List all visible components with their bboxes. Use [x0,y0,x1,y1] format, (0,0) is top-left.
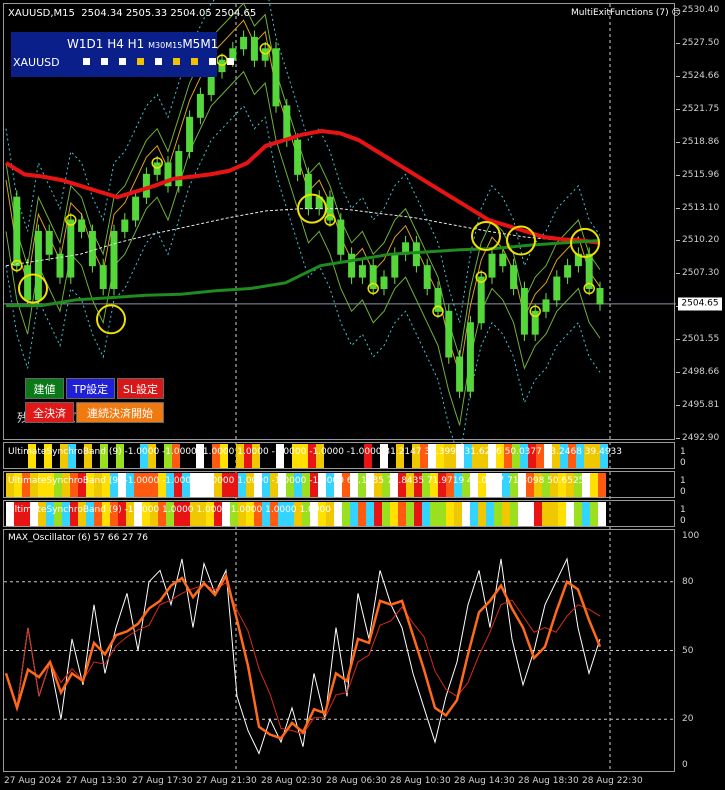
tf-status-square [119,58,126,65]
price-tick-label: 2527.50 [682,37,720,48]
tf-status-square [101,58,108,65]
band1-scale-top: 1 [680,447,686,457]
time-tick-label: 28 Aug 10:30 [390,776,451,786]
tp-setting-button[interactable]: TP設定 [66,378,115,399]
price-tick-mark [676,174,680,176]
price-tick-mark [676,372,680,374]
band1-title: UltimateSynchroBand (9) -1.0000 -1.0000 … [8,447,623,457]
price-tick-label: 2507.30 [682,268,720,279]
tf-status-square [83,58,90,65]
multiexit-label: MultiExitFunctions (7) [571,8,669,18]
price-tick-mark [676,108,680,110]
time-tick-label: 28 Aug 06:30 [326,776,387,786]
tf-status-square [191,58,198,65]
price-tick-mark [676,273,680,275]
time-tick-label: 28 Aug 02:30 [261,776,322,786]
time-axis: 27 Aug 2024 27 Aug 13:30 27 Aug 17:30 27 Au… [0,773,676,790]
price-tick-mark [676,75,680,77]
band3-scale-top: 1 [680,505,686,515]
price-tick-label: 2510.20 [682,235,720,246]
current-price-label: 2504.65 [678,297,722,311]
time-tick-label: 27 Aug 13:30 [66,776,127,786]
tf-status-square [227,58,234,65]
price-tick-label: 2524.66 [682,70,720,81]
price-tick-mark [676,405,680,407]
band2-title: UltimateSynchroBand (9) -1.0000 -1.0000 … [8,476,585,486]
price-tick-label: 2530.40 [682,5,720,15]
oscillator-axis: 100 80 50 20 0 [676,529,725,772]
oscillator-panel-border [3,529,675,772]
tf-main-label: W1D1 H4 H1 [67,37,145,51]
price-tick-mark [676,10,680,11]
band3-title: UltimateSynchroBand (9) -1.0000 1.0000 1… [8,505,331,515]
osc-tick-label: 0 [682,760,688,770]
price-tick-label: 2515.96 [682,169,720,180]
time-tick-label: 28 Aug 18:30 [518,776,579,786]
price-tick-mark [676,42,680,44]
price-tick-mark [676,207,680,209]
price-tick-mark [676,339,680,341]
tf-status-square [137,58,144,65]
time-tick-label: 27 Aug 21:30 [196,776,257,786]
tf-tail-label: M5M1 [182,37,219,51]
timeframe-panel: W1D1 H4 H1 M30M15M5M1 XAUUSD [11,32,234,77]
price-tick-label: 2501.55 [682,334,720,345]
continuous-close-button[interactable]: 連続決済開始 [76,402,164,423]
tf-small-label: M30M15 [148,41,183,50]
band1-scale-bottom: 0 [680,458,686,468]
entry-button[interactable]: 建値 [25,378,64,399]
price-tick-mark [676,141,680,143]
osc-tick-label: 50 [682,645,694,656]
osc-tick-label: 100 [682,531,700,541]
price-tick-mark [676,438,680,439]
chart-ohlc: 2504.34 2505.33 2504.05 2504.65 [81,8,257,19]
close-all-button[interactable]: 全決済 [25,402,74,423]
band2-scale-top: 1 [680,476,686,486]
price-tick-label: 2513.10 [682,202,720,213]
tf-status-square [155,58,162,65]
band3-scale-bottom: 0 [680,516,686,526]
price-tick-label: 2492.90 [682,433,720,443]
time-tick-label: 27 Aug 17:30 [132,776,193,786]
osc-tick-label: 80 [682,576,694,587]
sl-setting-button[interactable]: SL設定 [117,378,164,399]
price-tick-label: 2521.75 [682,103,720,114]
price-tick-label: 2495.81 [682,400,720,411]
multiexit-indicator: MultiExitFunctions (7) ☹ [571,8,681,18]
tf-symbol: XAUUSD [13,56,60,69]
osc-tick-label: 20 [682,714,694,725]
chart-symbol: XAUUSD,M15 [8,8,75,19]
price-axis: 2530.40 2527.50 2524.66 2521.75 2518.86 2515.… [676,0,725,443]
tf-status-square [173,58,180,65]
price-tick-mark [676,240,680,242]
time-tick-label: 28 Aug 14:30 [454,776,515,786]
price-tick-label: 2498.66 [682,367,720,378]
time-tick-label: 28 Aug 22:30 [582,776,643,786]
time-tick-label: 27 Aug 2024 [4,776,62,786]
price-tick-label: 2518.86 [682,136,720,147]
oscillator-title: MAX_Oscillator (6) 57 66 27 76 [8,533,148,543]
tf-status-square [209,58,216,65]
chart-title: XAUUSD,M15 2504.34 2505.33 2504.05 2504.… [8,8,256,19]
timeframe-selector[interactable]: W1D1 H4 H1 M30M15M5M1 [67,37,218,51]
band2-scale-bottom: 0 [680,487,686,497]
